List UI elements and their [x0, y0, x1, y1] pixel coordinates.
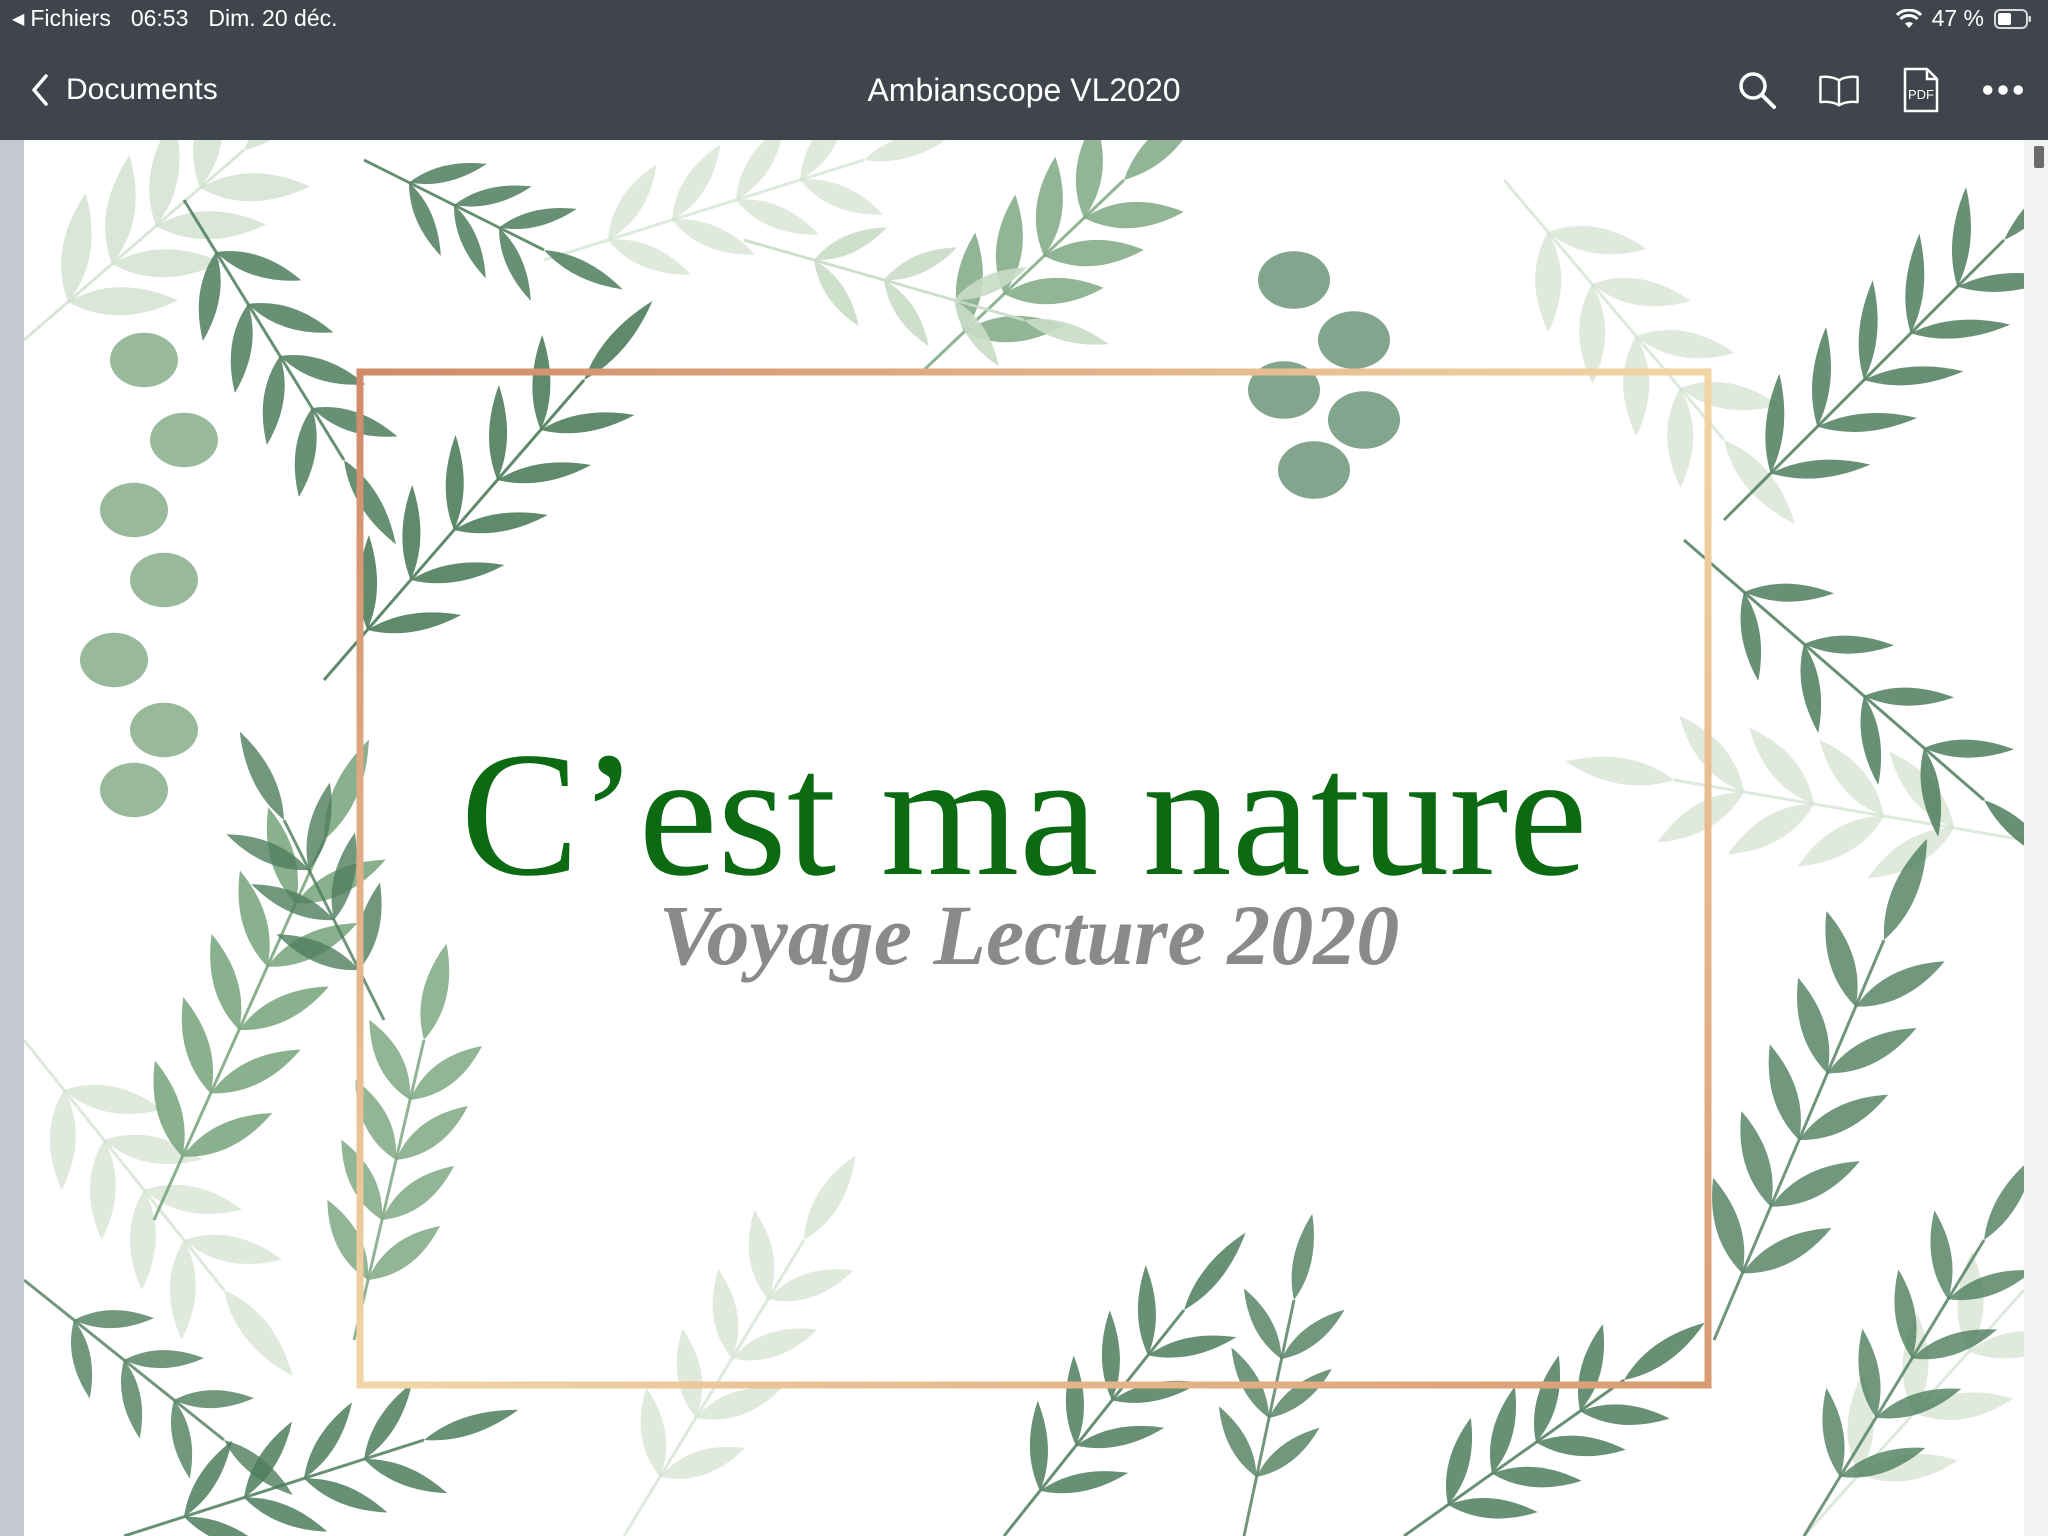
- reading-mode-button[interactable]: [1818, 64, 1860, 116]
- back-to-app-link[interactable]: Fichiers: [30, 5, 111, 32]
- status-bar: ◀ Fichiers 06:53 Dim. 20 déc. 47 %: [0, 0, 2048, 40]
- search-icon: [1739, 72, 1776, 109]
- nav-bar: Documents Ambianscope VL2020 PDF: [0, 40, 2048, 140]
- battery-percent: 47 %: [1931, 5, 1984, 31]
- more-button[interactable]: [1982, 64, 2024, 116]
- book-icon: [1819, 75, 1859, 107]
- search-button[interactable]: [1736, 64, 1778, 116]
- battery-icon: [1994, 8, 2031, 29]
- wifi-icon: [1895, 8, 1922, 28]
- back-button-label: Documents: [66, 73, 218, 106]
- status-time: 06:53: [130, 5, 189, 31]
- status-left: ◀ Fichiers 06:53 Dim. 20 déc.: [12, 5, 338, 32]
- status-right: 47 %: [1895, 5, 2032, 32]
- slide-subtitle: Voyage Lecture 2020: [658, 887, 1400, 983]
- scrollbar[interactable]: [2024, 140, 2048, 1536]
- back-button[interactable]: Documents: [30, 68, 218, 112]
- pdf-icon: PDF: [1903, 67, 1939, 113]
- chevron-left-icon: [32, 74, 48, 106]
- toolbar: PDF: [1736, 64, 2024, 116]
- slide-title: C’est ma nature: [460, 715, 1588, 913]
- document-viewer[interactable]: C’est ma nature Voyage Lecture 2020: [0, 140, 2048, 1536]
- export-pdf-button[interactable]: PDF: [1900, 64, 1942, 116]
- scroll-thumb[interactable]: [2034, 146, 2044, 168]
- back-to-app-icon[interactable]: ◀: [12, 9, 24, 29]
- more-icon: [1982, 85, 2024, 95]
- status-date: Dim. 20 déc.: [208, 5, 338, 31]
- slide-page[interactable]: C’est ma nature Voyage Lecture 2020: [24, 140, 2024, 1536]
- svg-text:PDF: PDF: [1908, 87, 1934, 102]
